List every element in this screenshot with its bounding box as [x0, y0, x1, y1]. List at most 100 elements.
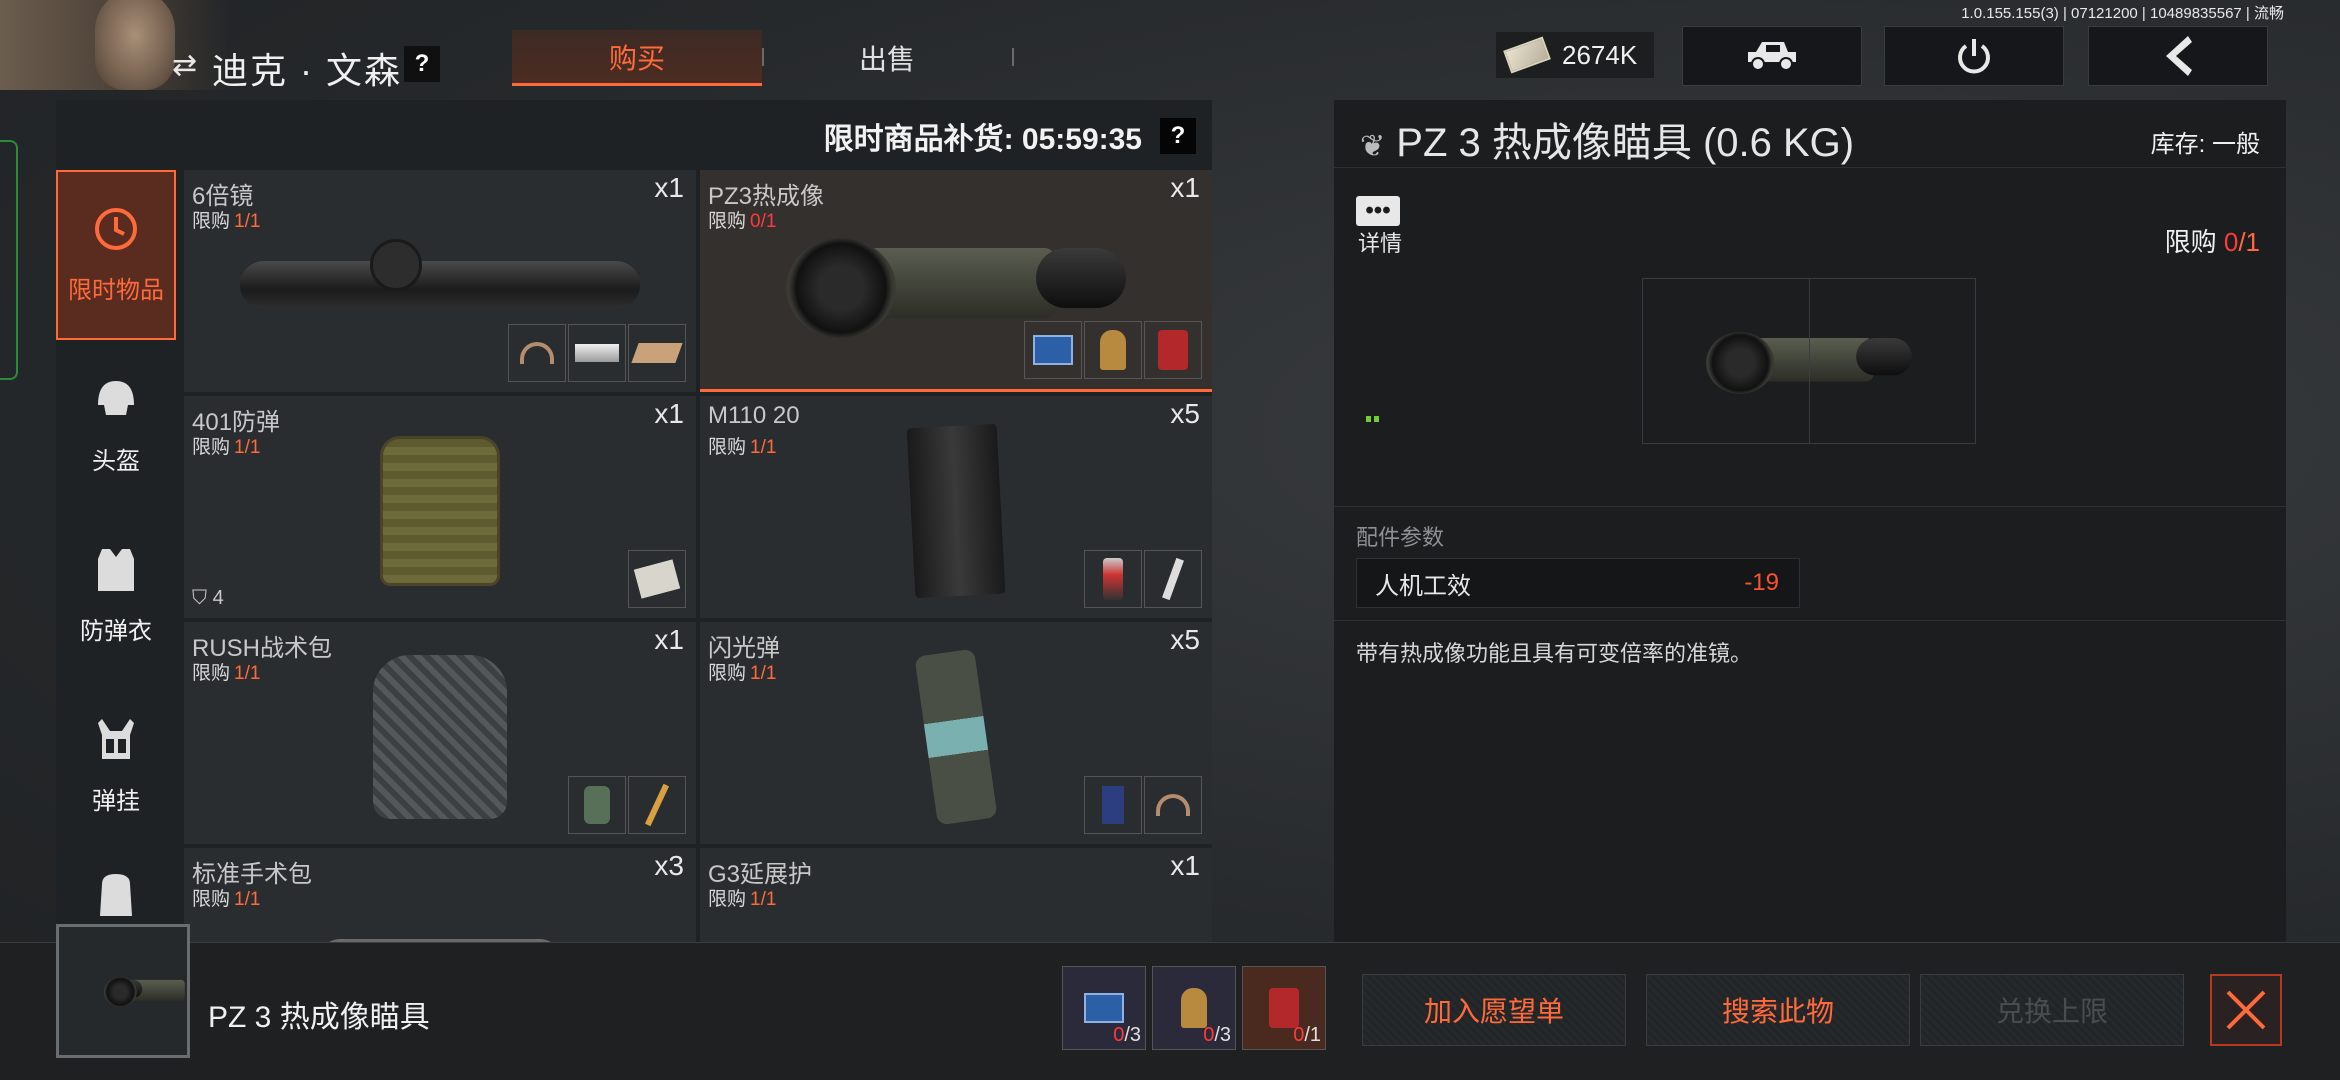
category-helmet[interactable]: 头盔: [56, 340, 176, 510]
details-label[interactable]: 详情: [1358, 226, 1402, 258]
item-image: ✱: [184, 898, 696, 942]
item-requirements: [1084, 550, 1202, 608]
item-requirements: [568, 776, 686, 834]
param-row: 人机工效 -19: [1356, 558, 1800, 608]
left-edge-tab[interactable]: [0, 140, 18, 380]
param-name: 人机工效: [1375, 572, 1471, 600]
item-quantity: x3: [654, 850, 684, 881]
tab-sell[interactable]: 出售: [762, 30, 1012, 86]
shop-panel: 限时商品补货: 05:59:35 ? 限时物品 头盔 防弹衣 弹挂 6倍镜 限购…: [56, 100, 1212, 942]
item-requirements: [1084, 776, 1202, 834]
divider: [1334, 506, 2286, 507]
category-label: 限时物品: [68, 276, 164, 304]
flashbang-image: [914, 648, 998, 826]
req-lamp-icon: [568, 776, 626, 834]
backpack-icon: [100, 874, 132, 916]
req-pencil-icon: [628, 776, 686, 834]
item-card[interactable]: RUSH战术包 限购 1/1 x1: [184, 622, 696, 844]
item-image: [700, 898, 1212, 942]
thermal-scope-image: [103, 975, 185, 1008]
backpack-image: [370, 652, 510, 822]
item-card[interactable]: 401防弹 限购 1/1 x1 ⛉ 4: [184, 396, 696, 618]
item-name: M110 20: [708, 402, 800, 429]
status-dots: [1366, 416, 1380, 422]
req-paper-icon: [628, 550, 686, 608]
req-box-icon: [568, 324, 626, 382]
item-card-selected[interactable]: PZ3热成像 限购 0/1 x1: [700, 170, 1212, 392]
req-can-icon: [1144, 321, 1202, 379]
vest-image: [380, 436, 500, 586]
req-clock-icon: [1084, 321, 1142, 379]
item-quantity: x1: [1170, 850, 1200, 881]
param-value: -19: [1744, 569, 1779, 596]
category-backpack[interactable]: [56, 850, 176, 930]
req-hook-icon: [1144, 776, 1202, 834]
item-description: 带有热成像功能且具有可变倍率的准镜。: [1356, 641, 1753, 666]
circuit-board-icon: [1084, 993, 1124, 1023]
req-wood-icon: [628, 324, 686, 382]
currency-amount: 2674K: [1562, 39, 1638, 70]
category-limited[interactable]: 限时物品: [56, 170, 176, 340]
category-label: 弹挂: [92, 787, 140, 815]
detail-limit: 限购 0/1: [2164, 227, 2260, 257]
req-slot[interactable]: 0/3: [1062, 966, 1146, 1050]
item-card[interactable]: 闪光弹 限购 1/1 x5: [700, 622, 1212, 844]
req-blue-icon: [1084, 776, 1142, 834]
vest-icon: [98, 548, 134, 591]
item-card[interactable]: G3延展护 限购 1/1 x1: [700, 848, 1212, 942]
item-grid: 6倍镜 限购 1/1 x1 PZ3热成像 限购 0/1 x1 401防弹 限购 …: [184, 170, 1212, 942]
selected-item-name: PZ 3 热成像瞄具: [208, 1001, 430, 1034]
req-slot[interactable]: 0/3: [1152, 966, 1236, 1050]
character-help-button[interactable]: ?: [404, 46, 440, 82]
item-quantity: x1: [654, 172, 684, 203]
thermal-scope-image: [1706, 327, 1912, 395]
item-card[interactable]: M110 20 限购 1/1 x5: [700, 396, 1212, 618]
item-card[interactable]: 6倍镜 限购 1/1 x1: [184, 170, 696, 392]
close-button[interactable]: [2210, 974, 2282, 1046]
close-icon: [2226, 990, 2266, 1030]
restock-timer: 限时商品补货: 05:59:35 ?: [824, 114, 1196, 158]
req-screw-icon: [1144, 550, 1202, 608]
swap-arrows-icon[interactable]: ⇄: [172, 48, 197, 83]
restock-help-button[interactable]: ?: [1160, 118, 1196, 154]
item-quantity: x1: [1170, 172, 1200, 203]
item-quantity: x5: [1170, 624, 1200, 655]
detail-header: ❦ PZ 3 热成像瞄具 (0.6 KG) 库存: 一般: [1334, 100, 2286, 168]
search-item-button[interactable]: 搜索此物: [1646, 974, 1910, 1046]
req-slot[interactable]: 0/1: [1242, 966, 1326, 1050]
vehicle-button[interactable]: [1682, 26, 1862, 86]
power-button[interactable]: [1884, 26, 2064, 86]
item-image: [184, 436, 696, 586]
add-to-wishlist-button[interactable]: 加入愿望单: [1362, 974, 1626, 1046]
category-sidebar: 限时物品 头盔 防弹衣 弹挂: [56, 170, 176, 930]
currency-display: 2674K: [1496, 32, 1654, 78]
item-quantity: x1: [654, 398, 684, 429]
back-arrow-icon: [2166, 36, 2192, 76]
req-board-icon: [1024, 321, 1082, 379]
category-chest-rig[interactable]: 弹挂: [56, 680, 176, 850]
armor-level: ⛉ 4: [192, 587, 224, 609]
version-text: 1.0.155.155(3) | 07121200 | 10489835567 …: [1961, 5, 2284, 22]
tab-buy[interactable]: 购买: [512, 30, 762, 86]
helmet-icon: [98, 380, 134, 415]
req-spray-icon: [1084, 550, 1142, 608]
tab-divider: [1012, 48, 1014, 66]
exchange-limit-button[interactable]: 兑换上限: [1920, 974, 2184, 1046]
details-icon[interactable]: •••: [1356, 196, 1400, 226]
fuel-can-icon: [1269, 988, 1299, 1028]
req-hook-icon: [508, 324, 566, 382]
category-armor[interactable]: 防弹衣: [56, 510, 176, 680]
item-preview[interactable]: [1642, 278, 1976, 444]
item-quantity: x5: [1170, 398, 1200, 429]
item-requirements: [628, 550, 686, 608]
selected-item-thumbnail: [56, 924, 190, 1058]
back-button[interactable]: [2088, 26, 2268, 86]
item-quantity: x1: [654, 624, 684, 655]
category-label: 防弹衣: [80, 617, 152, 645]
stock-status: 库存: 一般: [2150, 131, 2260, 158]
item-card[interactable]: 标准手术包 限购1/1 x3 ✱: [184, 848, 696, 942]
requirement-slots: 0/3 0/3 0/1: [1062, 966, 1326, 1050]
item-requirements: [1024, 321, 1202, 379]
cash-icon: [1503, 36, 1551, 74]
clock-icon: [95, 207, 137, 250]
